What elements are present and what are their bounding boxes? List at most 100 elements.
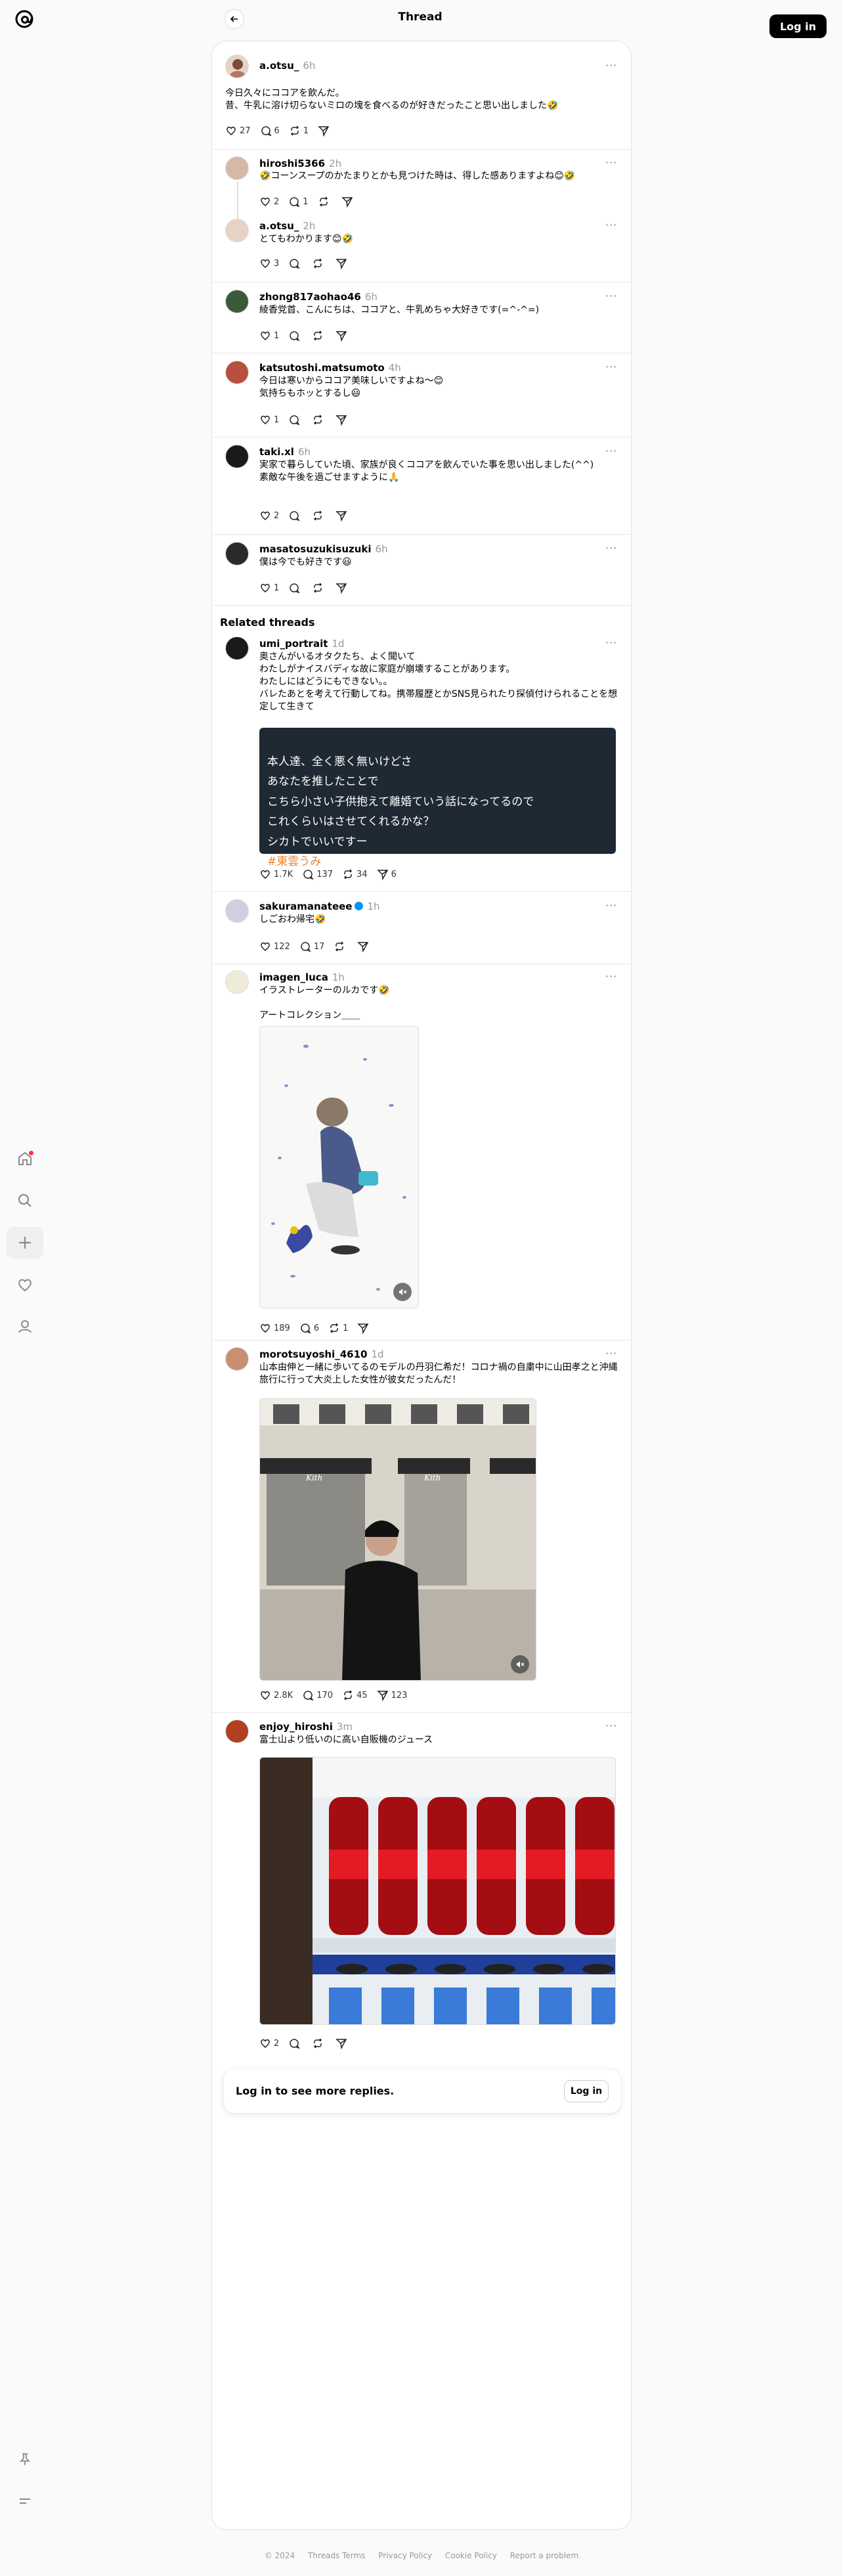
- share-button[interactable]: [318, 123, 330, 139]
- share-button[interactable]: [357, 1320, 372, 1336]
- avatar[interactable]: [225, 219, 249, 242]
- like-button[interactable]: 3: [259, 255, 279, 271]
- avatar[interactable]: [225, 55, 249, 78]
- post-author[interactable]: morotsuyoshi_4610 1d: [259, 1348, 384, 1360]
- avatar[interactable]: [225, 156, 249, 180]
- like-button[interactable]: 122: [259, 939, 290, 954]
- repost-button[interactable]: [312, 328, 326, 344]
- reply-button[interactable]: [288, 412, 303, 428]
- share-button[interactable]: [335, 328, 350, 344]
- avatar[interactable]: [225, 542, 249, 566]
- threads-logo-icon[interactable]: [13, 8, 35, 30]
- more-icon[interactable]: ···: [603, 1721, 619, 1734]
- more-icon[interactable]: ···: [603, 446, 619, 459]
- share-button[interactable]: 123: [376, 1687, 407, 1703]
- nav-pin[interactable]: [7, 2443, 43, 2475]
- reply-button[interactable]: [288, 255, 303, 271]
- more-icon[interactable]: ···: [603, 220, 619, 233]
- reply-button[interactable]: [288, 508, 303, 523]
- avatar[interactable]: [225, 361, 249, 384]
- post-author[interactable]: a.otsu_ 2h: [259, 220, 315, 232]
- more-icon[interactable]: ···: [603, 158, 619, 171]
- post-author[interactable]: masatosuzukisuzuki 6h: [259, 543, 388, 555]
- post-author[interactable]: imagen_luca 1h: [259, 971, 345, 983]
- mute-button[interactable]: [393, 1283, 412, 1301]
- like-button[interactable]: 1: [259, 580, 279, 596]
- nav-menu[interactable]: [7, 2485, 43, 2517]
- reply-button[interactable]: [288, 2035, 303, 2051]
- share-button[interactable]: [335, 412, 350, 428]
- post-author[interactable]: sakuramanateee 1h: [259, 900, 380, 912]
- footer-link-privacy[interactable]: Privacy Policy: [378, 2551, 432, 2560]
- post-image-illustration[interactable]: [259, 1026, 419, 1308]
- more-icon[interactable]: ···: [603, 60, 619, 74]
- repost-button[interactable]: [312, 2035, 326, 2051]
- post-author[interactable]: a.otsu_ 6h: [259, 60, 315, 72]
- like-button[interactable]: 2: [259, 508, 279, 523]
- post-author[interactable]: enjoy_hiroshi 3m: [259, 1721, 353, 1733]
- repost-button[interactable]: [312, 255, 326, 271]
- repost-button[interactable]: 1: [328, 1320, 348, 1336]
- more-icon[interactable]: ···: [603, 291, 619, 304]
- nav-activity[interactable]: [7, 1269, 43, 1300]
- like-button[interactable]: 2.8K: [259, 1687, 293, 1703]
- avatar[interactable]: [225, 636, 249, 660]
- post-author[interactable]: katsutoshi.matsumoto 4h: [259, 362, 401, 374]
- more-icon[interactable]: ···: [603, 362, 619, 375]
- post-image-vending-machine[interactable]: [259, 1757, 616, 2025]
- back-button[interactable]: [225, 9, 244, 29]
- reply-button[interactable]: 17: [299, 939, 324, 954]
- login-button[interactable]: Log in: [769, 14, 827, 38]
- like-button[interactable]: 1: [259, 328, 279, 344]
- repost-button[interactable]: [334, 939, 348, 954]
- share-button[interactable]: [335, 255, 350, 271]
- avatar[interactable]: [225, 290, 249, 313]
- footer-link-report[interactable]: Report a problem: [510, 2551, 578, 2560]
- avatar[interactable]: [225, 1347, 249, 1371]
- like-button[interactable]: 2: [259, 194, 279, 210]
- reply-button[interactable]: [288, 328, 303, 344]
- nav-home[interactable]: [7, 1143, 43, 1174]
- nav-search[interactable]: [7, 1185, 43, 1216]
- post-author[interactable]: zhong817aohao46 6h: [259, 291, 378, 303]
- avatar[interactable]: [225, 1720, 249, 1743]
- repost-button[interactable]: [312, 580, 326, 596]
- mute-button[interactable]: [511, 1655, 529, 1674]
- share-button[interactable]: [335, 508, 350, 523]
- reply-button[interactable]: 1: [288, 194, 309, 210]
- share-button[interactable]: [357, 939, 372, 954]
- footer-link-cookies[interactable]: Cookie Policy: [445, 2551, 497, 2560]
- reply-button[interactable]: 6: [260, 123, 280, 139]
- more-icon[interactable]: ···: [603, 971, 619, 985]
- reply-button[interactable]: [288, 580, 303, 596]
- repost-button[interactable]: [318, 194, 332, 210]
- nav-create[interactable]: [7, 1227, 43, 1258]
- more-icon[interactable]: ···: [603, 543, 619, 556]
- like-button[interactable]: 27: [225, 123, 251, 139]
- avatar[interactable]: [225, 970, 249, 994]
- post-author[interactable]: umi_portrait 1d: [259, 638, 344, 650]
- repost-button[interactable]: [312, 412, 326, 428]
- like-button[interactable]: 2: [259, 2035, 279, 2051]
- share-button[interactable]: [341, 194, 356, 210]
- nav-profile[interactable]: [7, 1311, 43, 1343]
- avatar[interactable]: [225, 899, 249, 923]
- repost-button[interactable]: [312, 508, 326, 523]
- like-button[interactable]: 1: [259, 412, 279, 428]
- repost-button[interactable]: 1: [289, 123, 309, 139]
- post-author[interactable]: taki.xl 6h: [259, 446, 311, 458]
- footer-link-terms[interactable]: Threads Terms: [308, 2551, 365, 2560]
- more-icon[interactable]: ···: [603, 638, 619, 651]
- post-image-street[interactable]: Kith Kith: [259, 1398, 536, 1681]
- quoted-text-image[interactable]: 本人達、全く悪く無いけどさ あなたを推したことで こちら小さい子供抱えて離婚てい…: [259, 728, 616, 868]
- like-button[interactable]: 189: [259, 1320, 290, 1336]
- more-icon[interactable]: ···: [603, 1348, 619, 1362]
- reply-button[interactable]: 6: [299, 1320, 319, 1336]
- reply-button[interactable]: 170: [302, 1687, 333, 1703]
- post-author[interactable]: hiroshi5366 2h: [259, 158, 341, 169]
- avatar[interactable]: [225, 445, 249, 468]
- main-post[interactable]: a.otsu_ 6h ··· 今日久々にココアを飲んだ。 昔、牛乳に溶け切らないミ…: [212, 41, 632, 146]
- share-button[interactable]: [335, 580, 350, 596]
- login-card-button[interactable]: Log in: [564, 2080, 609, 2102]
- repost-button[interactable]: 45: [342, 1687, 368, 1703]
